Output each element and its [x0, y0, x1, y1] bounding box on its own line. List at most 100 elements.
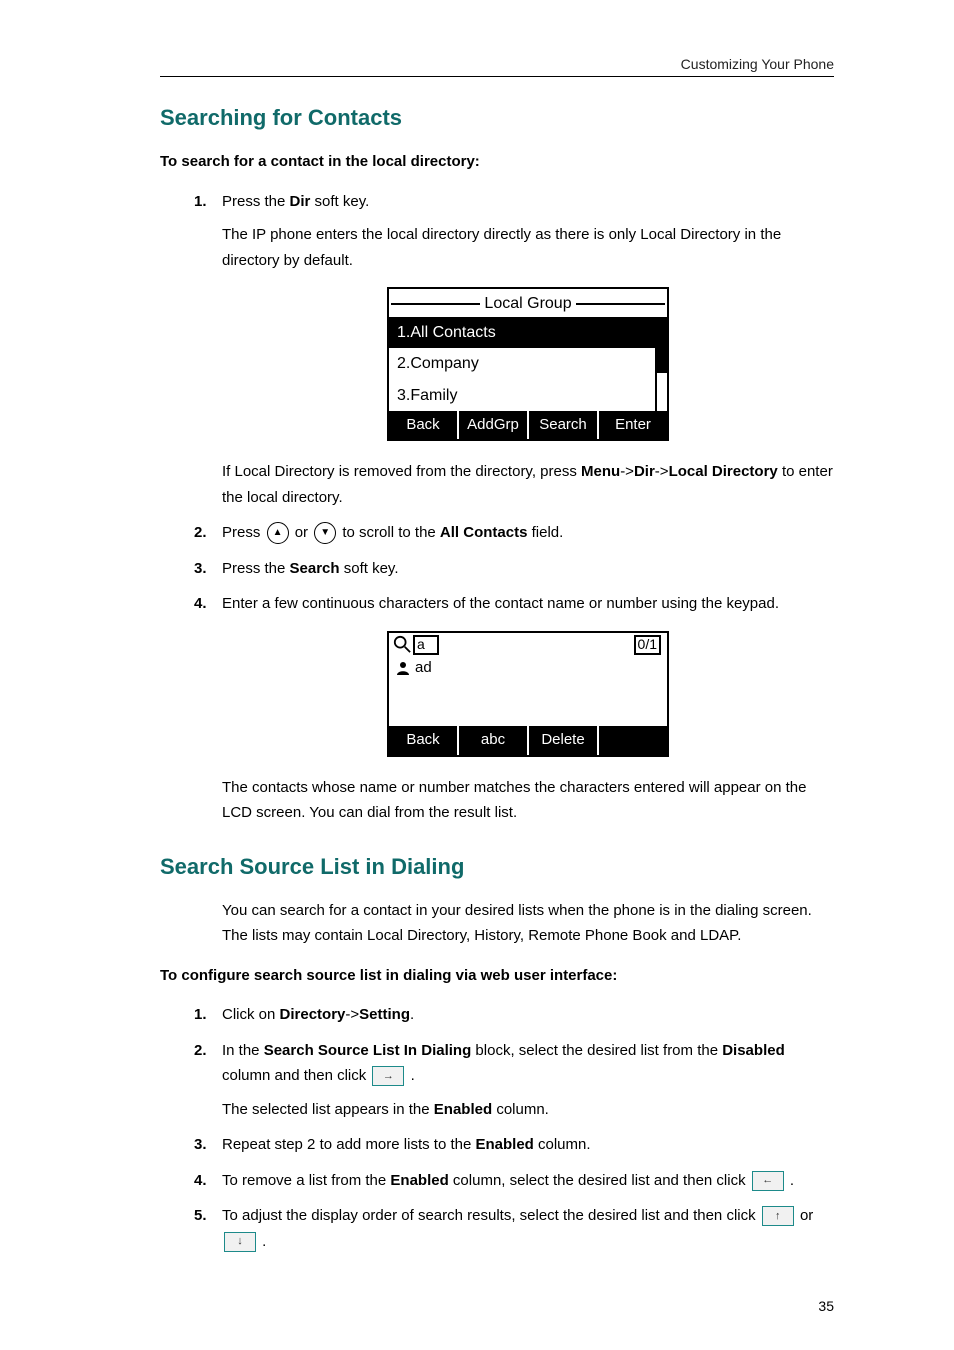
- directory-label: Directory: [280, 1006, 346, 1023]
- step-3: 3. Repeat step 2 to add more lists to th…: [194, 1132, 834, 1158]
- text: ->: [345, 1006, 359, 1023]
- step4-para: The contacts whose name or number matche…: [222, 775, 834, 826]
- text: The selected list appears in the: [222, 1101, 434, 1118]
- text: column.: [492, 1101, 549, 1118]
- move-down-button-icon: ↓: [224, 1232, 256, 1252]
- step-number: 1.: [194, 189, 207, 215]
- text: To adjust the display order of search re…: [222, 1207, 760, 1224]
- lcd-list: 1.All Contacts 2.Company 3.Family: [389, 317, 667, 411]
- step-4: 4. Enter a few continuous characters of …: [194, 591, 834, 826]
- steps-list-2: 1. Click on Directory->Setting. 2. In th…: [194, 1002, 834, 1254]
- step-number: 3.: [194, 1132, 207, 1158]
- search-query-box: a: [413, 635, 439, 655]
- text: To remove a list from the: [222, 1172, 390, 1189]
- step-3: 3. Press the Search soft key.: [194, 556, 834, 582]
- lcd2-result-row: ad: [389, 655, 667, 683]
- step-number: 3.: [194, 556, 207, 582]
- softkey-enter: Enter: [599, 411, 667, 440]
- step-number: 1.: [194, 1002, 207, 1028]
- setting-label: Setting: [359, 1006, 410, 1023]
- step-4: 4. To remove a list from the Enabled col…: [194, 1168, 834, 1194]
- step-2: 2. In the Search Source List In Dialing …: [194, 1038, 834, 1123]
- text: ->: [655, 463, 669, 480]
- lcd-local-group: Local Group 1.All Contacts 2.Company 3.F…: [387, 287, 669, 441]
- text: soft key.: [340, 560, 399, 577]
- text: Press the: [222, 560, 290, 577]
- text: or: [800, 1207, 813, 1224]
- text: If Local Directory is removed from the d…: [222, 463, 581, 480]
- lcd-softkeys: Back AddGrp Search Enter: [389, 411, 667, 440]
- lead-configure-ssl: To configure search source list in diali…: [160, 963, 834, 989]
- text: to scroll to the: [342, 524, 440, 541]
- text: Enter a few continuous characters of the…: [222, 595, 779, 612]
- text: Press: [222, 524, 265, 541]
- lcd-title: Local Group: [482, 290, 573, 317]
- lcd-scrollbar: [657, 317, 667, 411]
- text: .: [411, 1067, 415, 1084]
- step1-para2: If Local Directory is removed from the d…: [222, 459, 834, 510]
- dir-label: Dir: [634, 463, 655, 480]
- text: Press the: [222, 193, 290, 210]
- search-softkey-label: Search: [290, 560, 340, 577]
- softkey-empty: [599, 726, 667, 755]
- person-icon: [395, 660, 411, 676]
- menu-label: Menu: [581, 463, 620, 480]
- all-contacts-label: All Contacts: [440, 524, 528, 541]
- step-number: 2.: [194, 520, 207, 546]
- section2-intro: You can search for a contact in your des…: [222, 898, 834, 949]
- steps-list-1: 1. Press the Dir soft key. The IP phone …: [194, 189, 834, 826]
- text: Click on: [222, 1006, 280, 1023]
- step1-para: The IP phone enters the local directory …: [222, 222, 834, 273]
- page: Customizing Your Phone Searching for Con…: [0, 0, 954, 1350]
- text: ->: [620, 463, 634, 480]
- move-right-button-icon: →: [372, 1066, 404, 1086]
- heading-search-source-list: Search Source List in Dialing: [160, 854, 834, 880]
- text: column and then click: [222, 1067, 370, 1084]
- lcd2-blank: [389, 682, 667, 726]
- step-1: 1. Click on Directory->Setting.: [194, 1002, 834, 1028]
- disabled-label: Disabled: [722, 1042, 785, 1059]
- lcd-item: 2.Company: [389, 348, 667, 379]
- lcd2-top-row: a 0/1: [389, 633, 667, 655]
- softkey-abc: abc: [459, 726, 529, 755]
- text: field.: [527, 524, 563, 541]
- ssl-block-label: Search Source List In Dialing: [264, 1042, 472, 1059]
- enabled-label: Enabled: [475, 1136, 533, 1153]
- lcd-title-row: Local Group: [389, 289, 667, 317]
- move-up-button-icon: ↑: [762, 1206, 794, 1226]
- text: .: [410, 1006, 414, 1023]
- lcd-item-selected: 1.All Contacts: [389, 317, 667, 348]
- nav-down-icon: ▼: [314, 522, 336, 544]
- step-number: 5.: [194, 1203, 207, 1229]
- text: soft key.: [310, 193, 369, 210]
- heading-searching-for-contacts: Searching for Contacts: [160, 105, 834, 131]
- text: Repeat step 2 to add more lists to the: [222, 1136, 475, 1153]
- text: block, select the desired list from the: [471, 1042, 722, 1059]
- step-number: 4.: [194, 591, 207, 617]
- softkey-back: Back: [389, 726, 459, 755]
- softkey-delete: Delete: [529, 726, 599, 755]
- page-number: 35: [818, 1298, 834, 1314]
- text: column, select the desired list and then…: [449, 1172, 750, 1189]
- lcd-search-entry: a 0/1 ad Back abc Delete: [387, 631, 669, 757]
- step-1: 1. Press the Dir soft key. The IP phone …: [194, 189, 834, 511]
- result-counter: 0/1: [634, 635, 661, 655]
- softkey-search: Search: [529, 411, 599, 440]
- step2-para: The selected list appears in the Enabled…: [222, 1097, 834, 1123]
- step-number: 2.: [194, 1038, 207, 1064]
- local-directory-label: Local Directory: [669, 463, 778, 480]
- step-2: 2. Press ▲ or ▼ to scroll to the All Con…: [194, 520, 834, 546]
- dir-softkey-label: Dir: [290, 193, 311, 210]
- lcd-item: 3.Family: [389, 380, 667, 411]
- move-left-button-icon: ←: [752, 1171, 784, 1191]
- result-name: ad: [415, 655, 432, 681]
- enabled-label: Enabled: [434, 1101, 492, 1118]
- nav-up-icon: ▲: [267, 522, 289, 544]
- text: In the: [222, 1042, 264, 1059]
- text: or: [295, 524, 313, 541]
- text: column.: [534, 1136, 591, 1153]
- text: .: [262, 1233, 266, 1250]
- softkey-back: Back: [389, 411, 459, 440]
- search-icon: [393, 635, 411, 653]
- text: .: [790, 1172, 794, 1189]
